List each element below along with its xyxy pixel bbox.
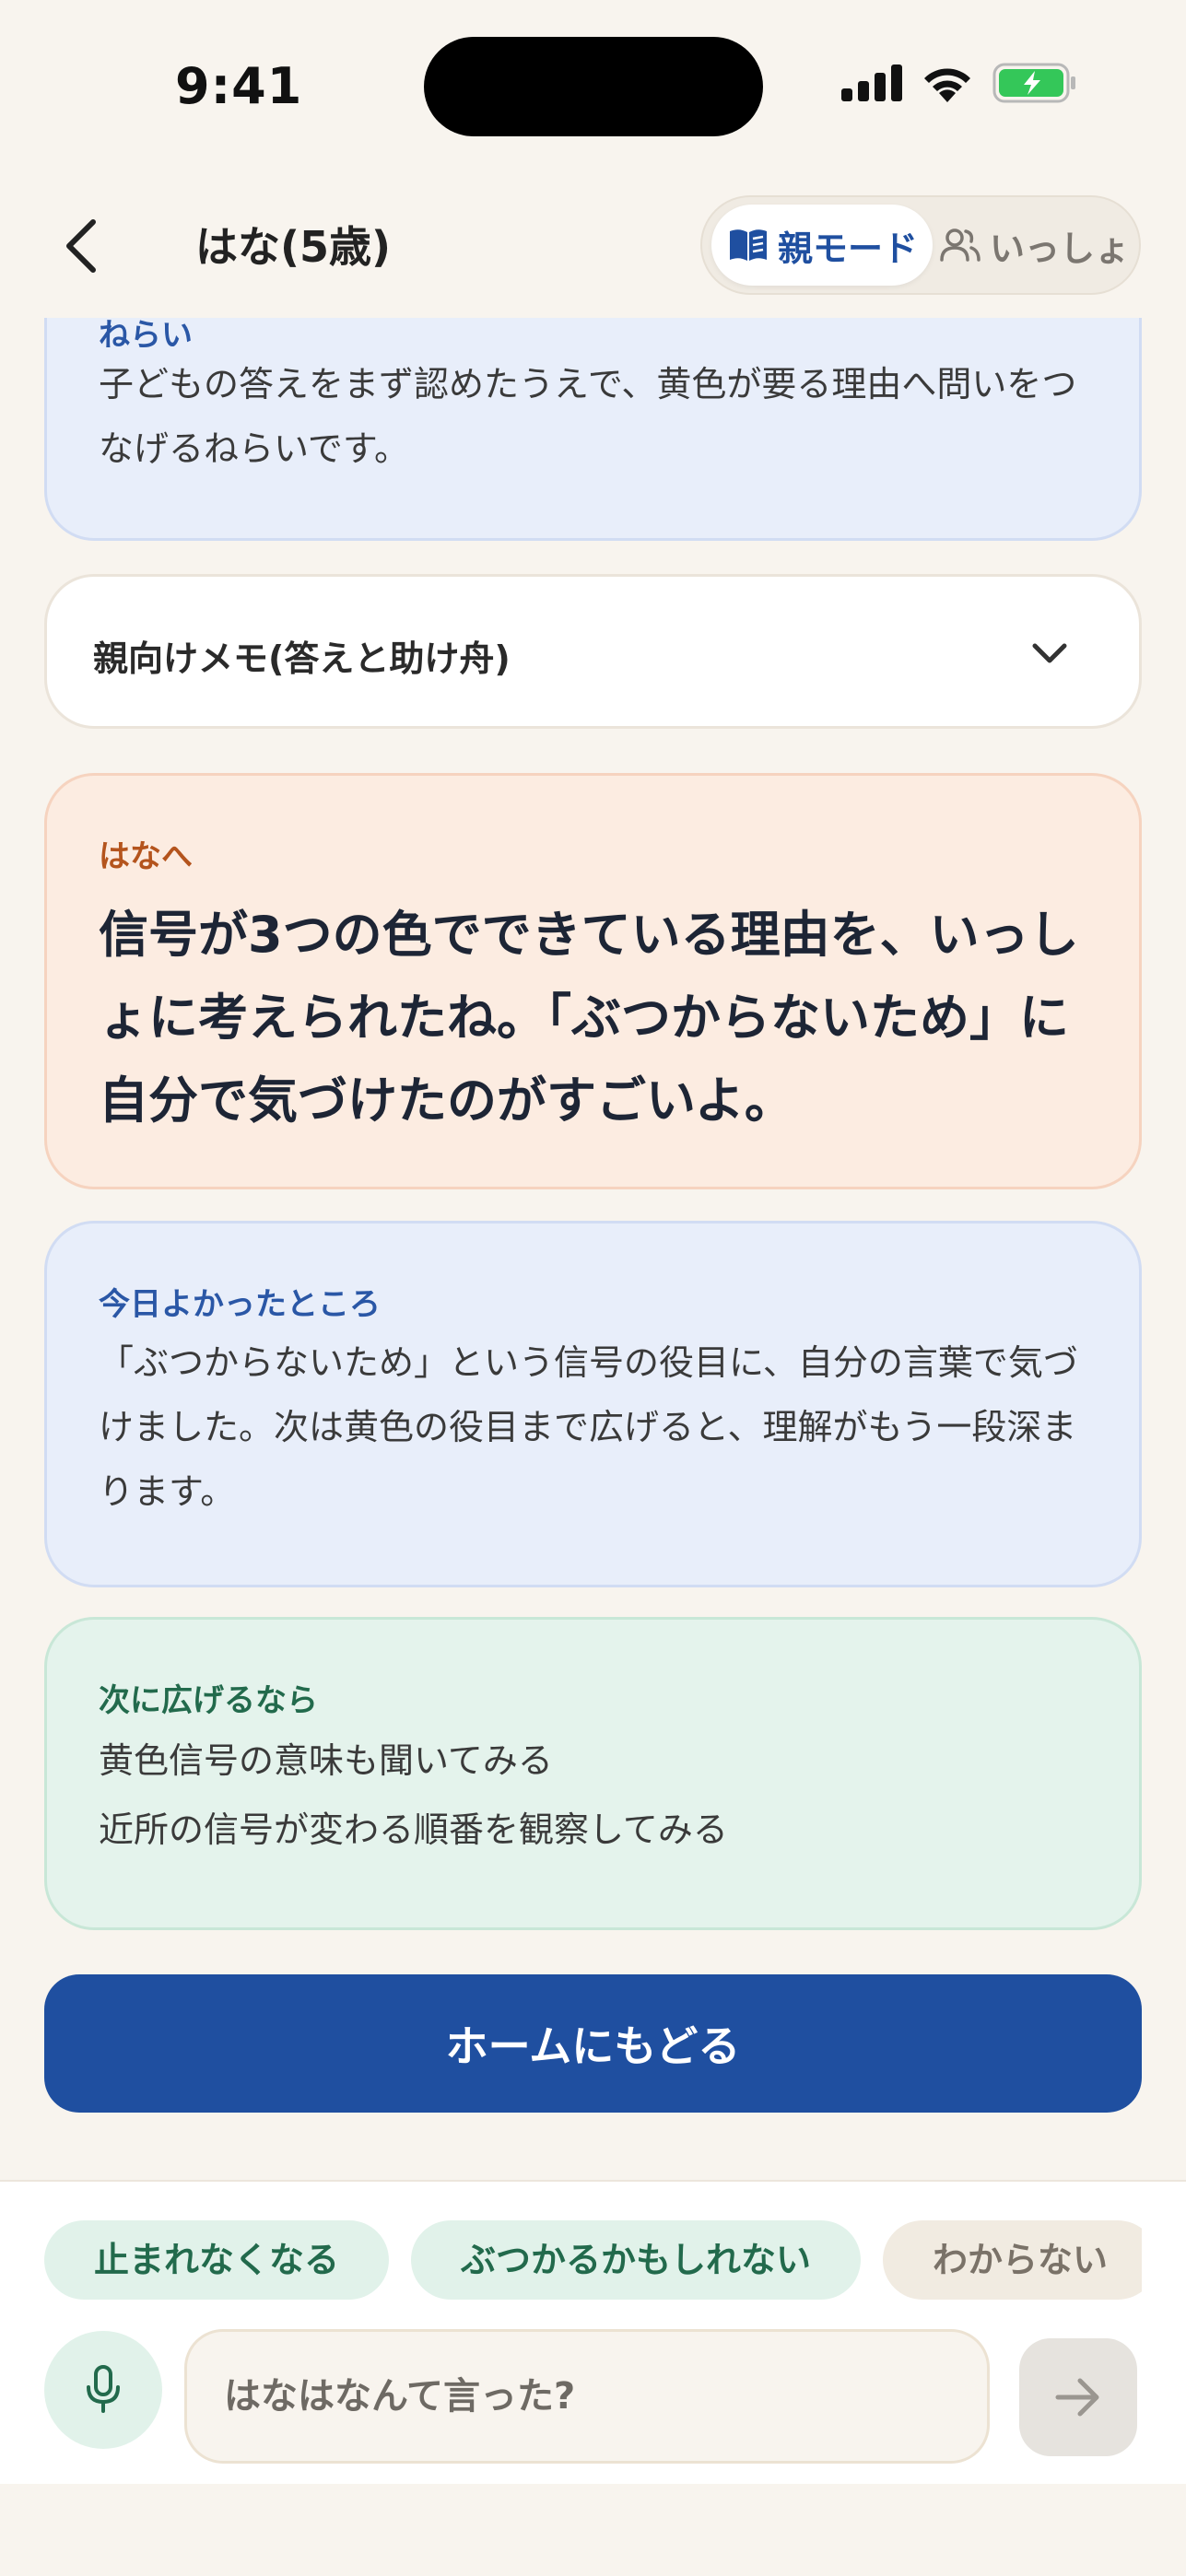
next-steps-card: 次に広げるなら 黄色信号の意味も聞いてみる 近所の信号が変わる順番を観察してみる	[44, 1617, 1142, 1930]
good-points-label: 今日よかったところ	[99, 1286, 381, 1323]
chevron-down-icon	[1025, 628, 1074, 678]
praise-card: はなへ 信号が3つの色でできている理由を、いっしょに考えられたね。「ぶつからない…	[44, 773, 1142, 1189]
send-button[interactable]	[1019, 2338, 1137, 2456]
praise-message: 信号が3つの色でできている理由を、いっしょに考えられたね。「ぶつからないため」に…	[99, 906, 1079, 1130]
good-points-card: 今日よかったところ 「ぶつからないため」という信号の役目に、自分の言葉で気づけま…	[44, 1221, 1142, 1587]
aim-label: ねらい	[99, 318, 193, 354]
status-time: 9:41	[175, 57, 303, 115]
mode-toggle: 親モード いっしょ	[700, 195, 1141, 295]
mode-together-label: いっしょ	[990, 228, 1131, 269]
cellular-signal-icon	[841, 64, 902, 101]
home-button[interactable]: ホームにもどる	[44, 1974, 1142, 2113]
next-steps-list: 黄色信号の意味も聞いてみる 近所の信号が変わる順番を観察してみる	[99, 1727, 728, 1865]
quick-reply-chip[interactable]: ぶつかるかもしれない	[411, 2220, 862, 2300]
microphone-icon	[87, 2365, 120, 2413]
aim-text: 子どもの答えをまず認めたうえで、黄色が要る理由へ問いをつなげるねらいです。	[99, 364, 1077, 469]
quick-reply-chips: 止まれなくなる ぶつかるかもしれない わからない	[44, 2220, 1142, 2300]
wifi-icon	[924, 68, 970, 102]
next-steps-label: 次に広げるなら	[99, 1682, 318, 1719]
book-icon	[730, 229, 767, 261]
mic-button[interactable]	[44, 2331, 162, 2449]
arrow-right-icon	[1055, 2378, 1099, 2417]
quick-reply-chip[interactable]: 止まれなくなる	[44, 2220, 390, 2300]
page-title: はな(5歳)	[195, 222, 392, 272]
aim-card: ねらい 子どもの答えをまず認めたうえで、黄色が要る理由へ問いをつなげるねらいです…	[44, 318, 1142, 541]
content-scroll[interactable]: ねらい 子どもの答えをまず認めたうえで、黄色が要る理由へ問いをつなげるねらいです…	[0, 318, 1186, 2137]
bottom-composer: 止まれなくなる ぶつかるかもしれない わからない	[0, 2180, 1186, 2484]
parent-memo-accordion[interactable]: 親向けメモ(答えと助け舟)	[44, 574, 1142, 729]
status-icons	[841, 63, 1077, 103]
mode-parent-label: 親モード	[778, 228, 919, 269]
chevron-left-icon	[66, 219, 96, 273]
quick-reply-chip[interactable]: わからない	[883, 2220, 1142, 2300]
next-step-item: 黄色信号の意味も聞いてみる	[99, 1740, 553, 1781]
mode-together-tab[interactable]: いっしょ	[933, 205, 1135, 286]
battery-charging-icon	[992, 63, 1075, 103]
back-button[interactable]	[48, 214, 112, 278]
status-bar: 9:41	[0, 0, 1186, 175]
message-input[interactable]	[184, 2329, 990, 2464]
people-icon	[940, 228, 981, 262]
memo-title: 親向けメモ(答えと助け舟)	[93, 638, 511, 679]
app-header: はな(5歳) 親モード いっしょ	[0, 175, 1186, 318]
praise-label: はなへ	[99, 838, 193, 875]
good-points-text: 「ぶつからないため」という信号の役目に、自分の言葉で気づけました。次は黄色の役目…	[99, 1342, 1078, 1512]
mode-parent-tab[interactable]: 親モード	[711, 205, 933, 286]
dynamic-island	[424, 37, 763, 136]
next-step-item: 近所の信号が変わる順番を観察してみる	[99, 1809, 728, 1850]
